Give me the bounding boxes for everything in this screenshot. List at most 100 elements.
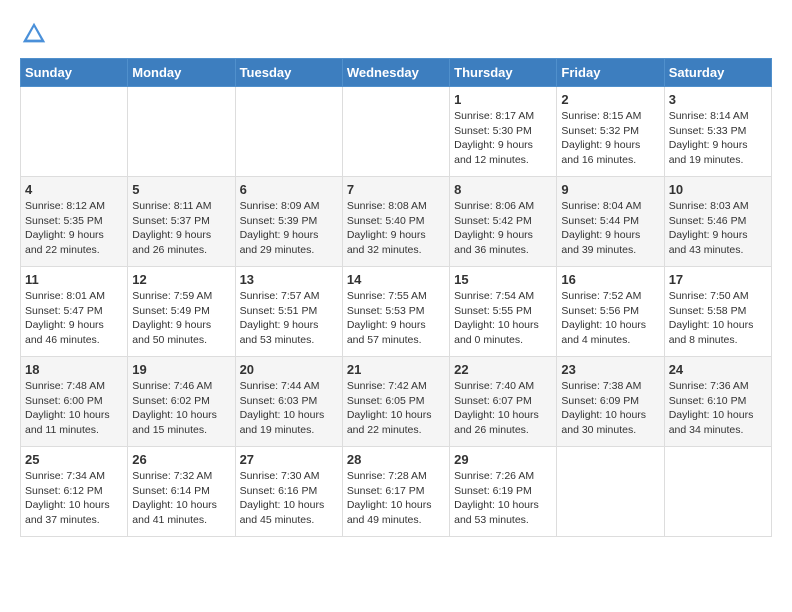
- day-info: Sunrise: 7:54 AM Sunset: 5:55 PM Dayligh…: [454, 289, 552, 348]
- header-cell-tuesday: Tuesday: [235, 59, 342, 87]
- day-info: Sunrise: 8:06 AM Sunset: 5:42 PM Dayligh…: [454, 199, 552, 258]
- calendar-cell: 22 Sunrise: 7:40 AM Sunset: 6:07 PM Dayli…: [450, 357, 557, 447]
- day-number: 8: [454, 182, 552, 197]
- day-number: 23: [561, 362, 659, 377]
- calendar-cell: 15 Sunrise: 7:54 AM Sunset: 5:55 PM Dayli…: [450, 267, 557, 357]
- header-cell-sunday: Sunday: [21, 59, 128, 87]
- week-row-2: 11Sunrise: 8:01 AM Sunset: 5:47 PM Dayli…: [21, 267, 772, 357]
- day-number: 9: [561, 182, 659, 197]
- calendar-cell: 28Sunrise: 7:28 AM Sunset: 6:17 PM Dayli…: [342, 447, 449, 537]
- calendar-cell: 12Sunrise: 7:59 AM Sunset: 5:49 PM Dayli…: [128, 267, 235, 357]
- week-row-1: 4 Sunrise: 8:12 AM Sunset: 5:35 PM Daylig…: [21, 177, 772, 267]
- calendar-cell: 9Sunrise: 8:04 AM Sunset: 5:44 PM Daylig…: [557, 177, 664, 267]
- day-info: Sunrise: 8:11 AM Sunset: 5:37 PM Dayligh…: [132, 199, 230, 258]
- day-info: Sunrise: 7:57 AM Sunset: 5:51 PM Dayligh…: [240, 289, 338, 348]
- day-info: Sunrise: 8:09 AM Sunset: 5:39 PM Dayligh…: [240, 199, 338, 258]
- calendar-cell: 10 Sunrise: 8:03 AM Sunset: 5:46 PM Dayli…: [664, 177, 771, 267]
- calendar-cell: 1 Sunrise: 8:17 AM Sunset: 5:30 PM Daylig…: [450, 87, 557, 177]
- day-number: 28: [347, 452, 445, 467]
- day-info: Sunrise: 8:03 AM Sunset: 5:46 PM Dayligh…: [669, 199, 767, 258]
- day-info: Sunrise: 7:59 AM Sunset: 5:49 PM Dayligh…: [132, 289, 230, 348]
- calendar-cell: 21 Sunrise: 7:42 AM Sunset: 6:05 PM Dayli…: [342, 357, 449, 447]
- day-info: Sunrise: 7:40 AM Sunset: 6:07 PM Dayligh…: [454, 379, 552, 438]
- day-number: 18: [25, 362, 123, 377]
- day-number: 16: [561, 272, 659, 287]
- calendar-cell: 20 Sunrise: 7:44 AM Sunset: 6:03 PM Dayli…: [235, 357, 342, 447]
- day-number: 5: [132, 182, 230, 197]
- day-number: 21: [347, 362, 445, 377]
- logo-icon: [20, 20, 48, 48]
- week-row-4: 25Sunrise: 7:34 AM Sunset: 6:12 PM Dayli…: [21, 447, 772, 537]
- calendar-cell: 25Sunrise: 7:34 AM Sunset: 6:12 PM Dayli…: [21, 447, 128, 537]
- day-info: Sunrise: 8:14 AM Sunset: 5:33 PM Dayligh…: [669, 109, 767, 168]
- header-cell-monday: Monday: [128, 59, 235, 87]
- header-cell-friday: Friday: [557, 59, 664, 87]
- calendar-cell: [235, 87, 342, 177]
- calendar-cell: 19 Sunrise: 7:46 AM Sunset: 6:02 PM Dayli…: [128, 357, 235, 447]
- calendar-cell: 24 Sunrise: 7:36 AM Sunset: 6:10 PM Dayli…: [664, 357, 771, 447]
- day-number: 2: [561, 92, 659, 107]
- calendar-cell: [342, 87, 449, 177]
- calendar-cell: 8 Sunrise: 8:06 AM Sunset: 5:42 PM Daylig…: [450, 177, 557, 267]
- calendar-cell: 26 Sunrise: 7:32 AM Sunset: 6:14 PM Dayli…: [128, 447, 235, 537]
- calendar-cell: [128, 87, 235, 177]
- calendar-cell: 3 Sunrise: 8:14 AM Sunset: 5:33 PM Daylig…: [664, 87, 771, 177]
- day-number: 19: [132, 362, 230, 377]
- day-info: Sunrise: 7:46 AM Sunset: 6:02 PM Dayligh…: [132, 379, 230, 438]
- calendar-cell: 16 Sunrise: 7:52 AM Sunset: 5:56 PM Dayli…: [557, 267, 664, 357]
- day-number: 15: [454, 272, 552, 287]
- logo: [20, 20, 52, 48]
- day-number: 22: [454, 362, 552, 377]
- day-number: 29: [454, 452, 552, 467]
- day-info: Sunrise: 7:26 AM Sunset: 6:19 PM Dayligh…: [454, 469, 552, 528]
- day-info: Sunrise: 8:17 AM Sunset: 5:30 PM Dayligh…: [454, 109, 552, 168]
- day-number: 26: [132, 452, 230, 467]
- day-number: 10: [669, 182, 767, 197]
- calendar-cell: 23Sunrise: 7:38 AM Sunset: 6:09 PM Dayli…: [557, 357, 664, 447]
- day-number: 20: [240, 362, 338, 377]
- calendar-cell: 18 Sunrise: 7:48 AM Sunset: 6:00 PM Dayli…: [21, 357, 128, 447]
- calendar-cell: 13 Sunrise: 7:57 AM Sunset: 5:51 PM Dayli…: [235, 267, 342, 357]
- day-info: Sunrise: 8:08 AM Sunset: 5:40 PM Dayligh…: [347, 199, 445, 258]
- header-cell-thursday: Thursday: [450, 59, 557, 87]
- day-number: 4: [25, 182, 123, 197]
- day-info: Sunrise: 7:48 AM Sunset: 6:00 PM Dayligh…: [25, 379, 123, 438]
- day-info: Sunrise: 7:42 AM Sunset: 6:05 PM Dayligh…: [347, 379, 445, 438]
- week-row-0: 1 Sunrise: 8:17 AM Sunset: 5:30 PM Daylig…: [21, 87, 772, 177]
- calendar-cell: 4 Sunrise: 8:12 AM Sunset: 5:35 PM Daylig…: [21, 177, 128, 267]
- calendar-cell: 14 Sunrise: 7:55 AM Sunset: 5:53 PM Dayli…: [342, 267, 449, 357]
- day-info: Sunrise: 7:44 AM Sunset: 6:03 PM Dayligh…: [240, 379, 338, 438]
- calendar-cell: 7 Sunrise: 8:08 AM Sunset: 5:40 PM Daylig…: [342, 177, 449, 267]
- day-info: Sunrise: 8:12 AM Sunset: 5:35 PM Dayligh…: [25, 199, 123, 258]
- header-row: SundayMondayTuesdayWednesdayThursdayFrid…: [21, 59, 772, 87]
- day-number: 14: [347, 272, 445, 287]
- day-number: 13: [240, 272, 338, 287]
- day-info: Sunrise: 7:50 AM Sunset: 5:58 PM Dayligh…: [669, 289, 767, 348]
- day-info: Sunrise: 7:52 AM Sunset: 5:56 PM Dayligh…: [561, 289, 659, 348]
- day-number: 25: [25, 452, 123, 467]
- calendar-cell: 5 Sunrise: 8:11 AM Sunset: 5:37 PM Daylig…: [128, 177, 235, 267]
- day-number: 11: [25, 272, 123, 287]
- calendar-cell: 27 Sunrise: 7:30 AM Sunset: 6:16 PM Dayli…: [235, 447, 342, 537]
- calendar-table: SundayMondayTuesdayWednesdayThursdayFrid…: [20, 58, 772, 537]
- header-cell-saturday: Saturday: [664, 59, 771, 87]
- calendar-header: SundayMondayTuesdayWednesdayThursdayFrid…: [21, 59, 772, 87]
- day-number: 3: [669, 92, 767, 107]
- day-info: Sunrise: 8:15 AM Sunset: 5:32 PM Dayligh…: [561, 109, 659, 168]
- day-info: Sunrise: 7:32 AM Sunset: 6:14 PM Dayligh…: [132, 469, 230, 528]
- calendar-body: 1 Sunrise: 8:17 AM Sunset: 5:30 PM Daylig…: [21, 87, 772, 537]
- day-info: Sunrise: 7:30 AM Sunset: 6:16 PM Dayligh…: [240, 469, 338, 528]
- calendar-cell: [21, 87, 128, 177]
- day-number: 24: [669, 362, 767, 377]
- day-info: Sunrise: 7:36 AM Sunset: 6:10 PM Dayligh…: [669, 379, 767, 438]
- day-number: 6: [240, 182, 338, 197]
- calendar-cell: [557, 447, 664, 537]
- day-number: 1: [454, 92, 552, 107]
- calendar-cell: 2 Sunrise: 8:15 AM Sunset: 5:32 PM Daylig…: [557, 87, 664, 177]
- week-row-3: 18 Sunrise: 7:48 AM Sunset: 6:00 PM Dayli…: [21, 357, 772, 447]
- day-number: 27: [240, 452, 338, 467]
- calendar-cell: 17 Sunrise: 7:50 AM Sunset: 5:58 PM Dayli…: [664, 267, 771, 357]
- day-number: 7: [347, 182, 445, 197]
- day-number: 17: [669, 272, 767, 287]
- day-info: Sunrise: 7:55 AM Sunset: 5:53 PM Dayligh…: [347, 289, 445, 348]
